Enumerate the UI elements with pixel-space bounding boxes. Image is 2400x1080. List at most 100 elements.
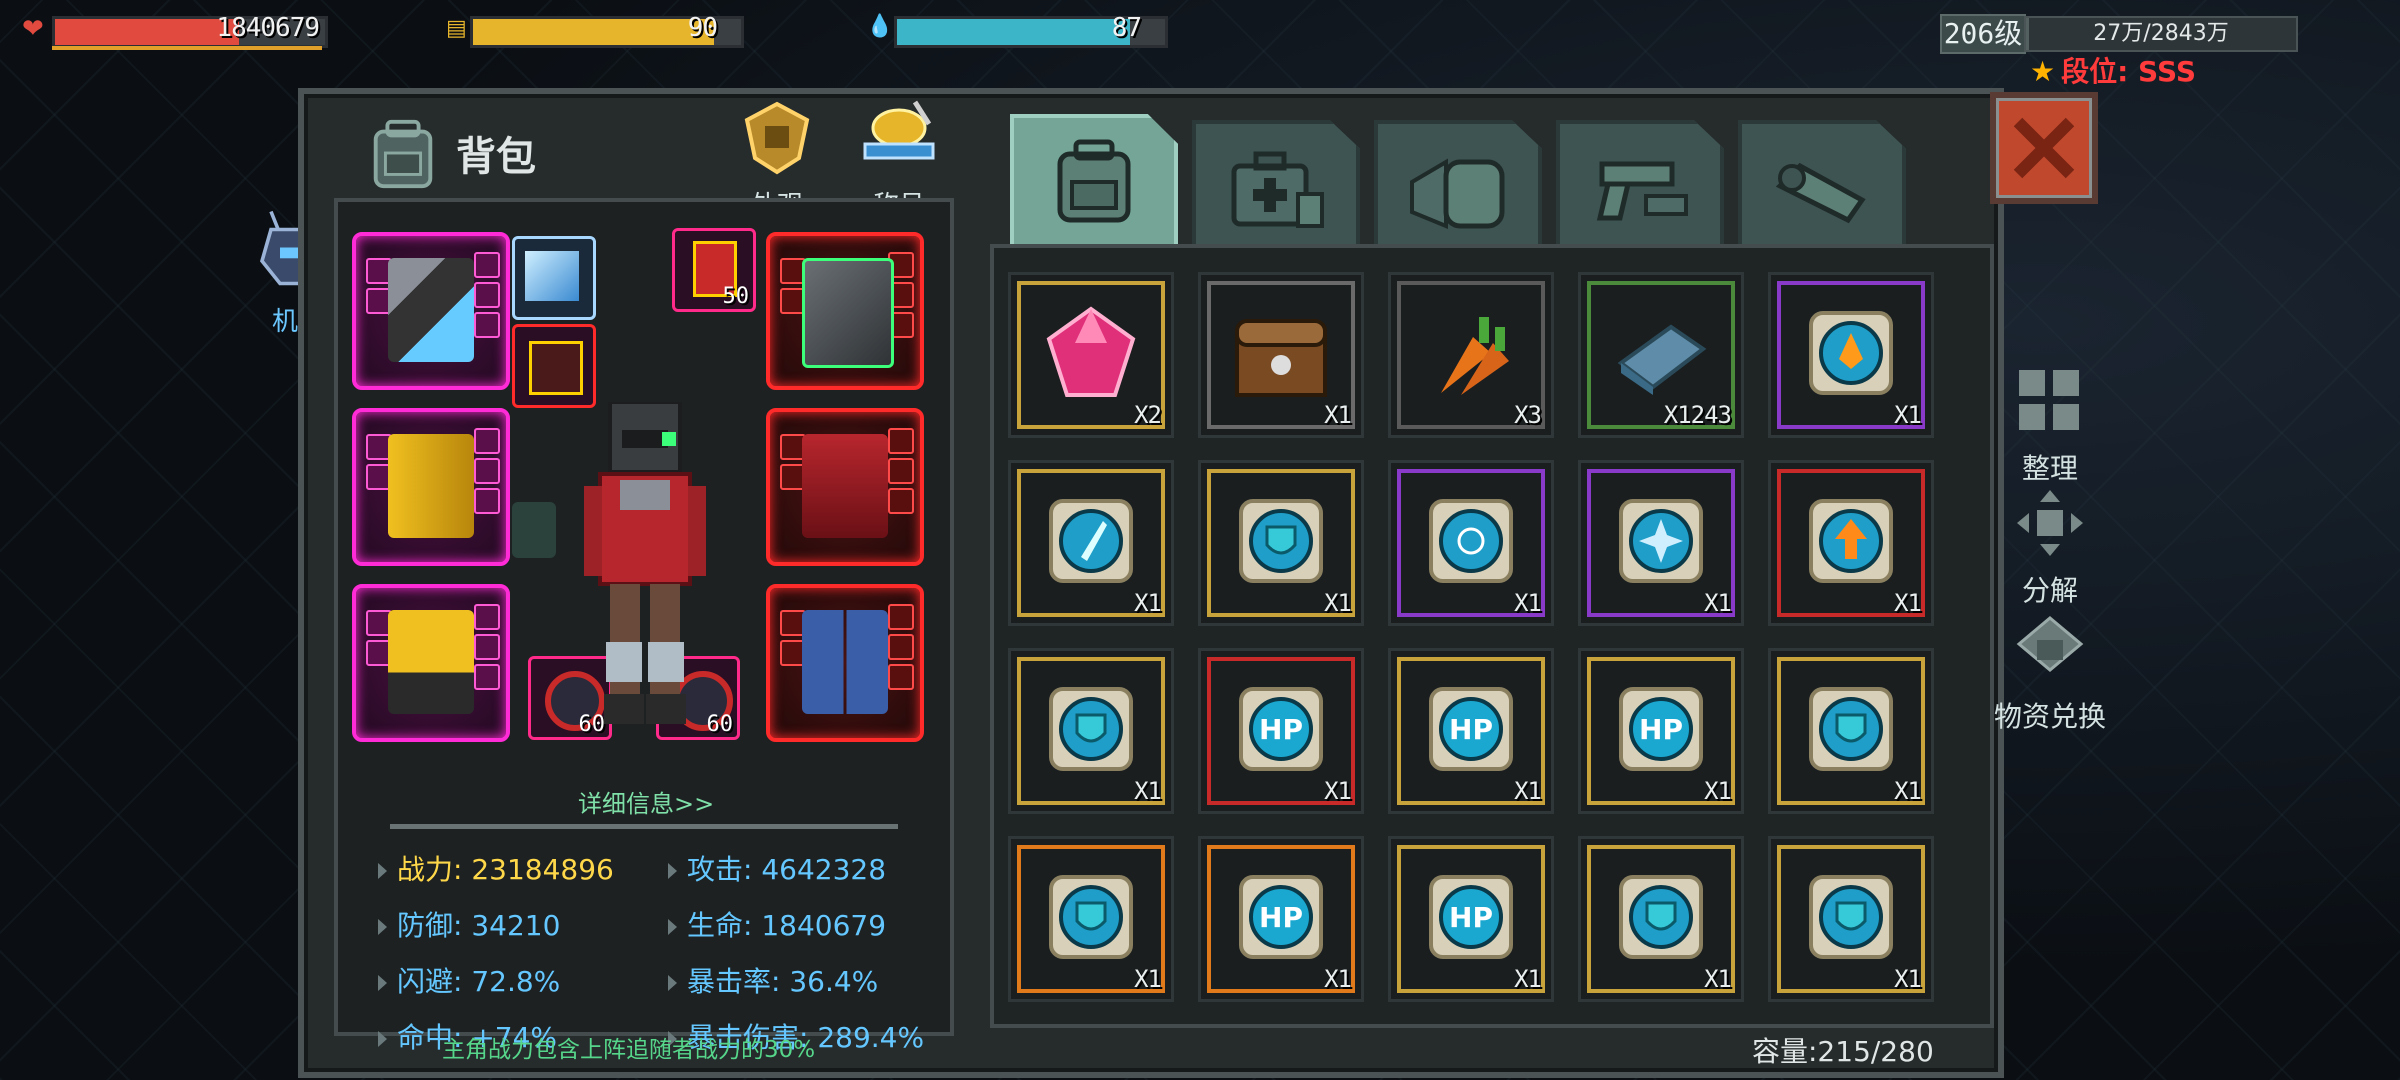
hp-chip-icon: HP — [1231, 679, 1331, 779]
rank-label: ★ 段位: SSS — [2030, 50, 2196, 90]
decompose-button[interactable]: 分解 — [2000, 488, 2100, 609]
inventory-slot[interactable]: HP X1 — [1198, 836, 1364, 1002]
item-quantity: X1 — [1894, 965, 1922, 993]
inventory-slot[interactable]: X1 — [1198, 460, 1364, 626]
slot-level: 50 — [722, 284, 750, 309]
food-value: 90 — [687, 13, 718, 43]
sort-button[interactable]: 整理 — [2000, 366, 2100, 487]
lantern-slot[interactable]: 50 — [672, 228, 756, 312]
gun-icon — [1596, 161, 1688, 221]
gold-armor-icon — [388, 434, 474, 538]
inventory-slot[interactable]: X1 — [1008, 460, 1174, 626]
tab-tools[interactable] — [1738, 120, 1906, 250]
inventory-slot[interactable]: X1 — [1578, 460, 1744, 626]
scope-slot[interactable] — [512, 236, 596, 320]
inventory-slot[interactable]: X1 — [1578, 836, 1744, 1002]
bread-icon — [1410, 158, 1505, 229]
inventory-slot[interactable]: HP X1 — [1388, 648, 1554, 814]
gem-socket — [474, 428, 500, 454]
inventory-slot[interactable]: X1 — [1768, 460, 1934, 626]
gem-socket — [474, 282, 500, 308]
boots-slot[interactable] — [352, 584, 510, 742]
tab-medical[interactable] — [1192, 120, 1360, 250]
tab-backpack[interactable] — [1010, 114, 1178, 250]
star-icon: ★ — [2030, 55, 2056, 88]
inventory-slot[interactable]: X2 — [1008, 272, 1174, 438]
equipment-area: 50 60 60 详细信息>> 战力: 23184896 攻击: 4642328… — [334, 198, 954, 1054]
item-quantity: X1 — [1894, 589, 1922, 617]
character-avatar — [584, 402, 706, 724]
hp-icon: ❤ — [22, 14, 44, 44]
inventory-slot[interactable]: X1 — [1008, 648, 1174, 814]
close-button[interactable] — [1990, 92, 2098, 204]
inventory-slot[interactable]: HP X1 — [1388, 836, 1554, 1002]
inventory-slot[interactable]: X3 — [1388, 272, 1554, 438]
gem-socket — [474, 604, 500, 630]
item-quantity: X1 — [1134, 965, 1162, 993]
svg-text:HP: HP — [1259, 901, 1303, 934]
inventory-slot[interactable]: X1 — [1388, 460, 1554, 626]
wrench-icon — [1775, 162, 1866, 224]
gem-socket — [888, 664, 914, 690]
item-quantity: X1 — [1324, 965, 1352, 993]
item-quantity: X1 — [1894, 777, 1922, 805]
inventory-slot[interactable]: X1 — [1768, 272, 1934, 438]
item-quantity: X1 — [1134, 589, 1162, 617]
hp-chip-icon: HP — [1421, 867, 1521, 967]
inventory-slot[interactable]: X1 — [1768, 648, 1934, 814]
helmet-icon — [802, 258, 894, 368]
exchange-button[interactable]: 物资兑换 — [1990, 614, 2110, 735]
hp-chip-icon: HP — [1611, 679, 1711, 779]
tab-weapons[interactable] — [1556, 120, 1724, 250]
item-quantity: X1243 — [1663, 401, 1732, 429]
helmet-slot[interactable] — [766, 232, 924, 390]
gem-socket — [888, 604, 914, 630]
tab-food[interactable] — [1374, 120, 1542, 250]
burst-chip-icon — [1611, 491, 1711, 591]
inventory-slot[interactable]: HP X1 — [1578, 648, 1744, 814]
player-level: 206级 — [1940, 14, 2026, 54]
sort-label: 整理 — [2021, 452, 2078, 485]
weapon-slot[interactable] — [352, 232, 510, 390]
stat-dodge: 闪避: 72.8% — [378, 960, 560, 1000]
title-badge-icon — [863, 100, 935, 160]
sort-icon — [2019, 370, 2079, 430]
hp-chip-icon: HP — [1421, 679, 1521, 779]
item-quantity: X1 — [1894, 401, 1922, 429]
fire-chip-icon — [1801, 303, 1901, 403]
armor-slot[interactable] — [352, 408, 510, 566]
inventory-slot[interactable]: X1 — [1008, 836, 1174, 1002]
exp-text: 27万/2843万 — [2093, 21, 2229, 46]
medkit-icon — [1231, 151, 1324, 228]
water-value: 87 — [1111, 13, 1142, 43]
detail-info-link[interactable]: 详细信息>> — [578, 784, 714, 819]
pants-slot[interactable] — [766, 584, 924, 742]
jacket-slot[interactable] — [766, 408, 924, 566]
target-chip-icon — [1421, 491, 1521, 591]
exchange-icon — [2016, 616, 2084, 672]
scope-icon — [525, 251, 579, 301]
shield-chip-icon — [1801, 679, 1901, 779]
carrot-icon — [1421, 303, 1521, 403]
hp-underline — [52, 46, 322, 50]
inventory-slot[interactable]: X1 — [1198, 272, 1364, 438]
pants-icon — [802, 610, 888, 714]
jacket-icon — [802, 434, 888, 538]
inventory-slot[interactable]: X1243 — [1578, 272, 1744, 438]
shield-chip-icon — [1801, 867, 1901, 967]
stat-life: 生命: 1840679 — [668, 904, 886, 944]
stat-power: 战力: 23184896 — [378, 848, 614, 888]
shield-chip-icon — [1041, 867, 1141, 967]
gem-socket — [888, 634, 914, 660]
rank-text: 段位: SSS — [2061, 55, 2197, 88]
inventory-slot[interactable]: X1 — [1768, 836, 1934, 1002]
item-quantity: X1 — [1704, 965, 1732, 993]
exp-bar: 27万/2843万 — [2024, 16, 2298, 52]
rifle-icon — [388, 258, 474, 362]
module-slot[interactable] — [512, 324, 596, 408]
close-icon — [2013, 117, 2075, 179]
svg-text:HP: HP — [1449, 713, 1493, 746]
stat-crit-rate: 暴击率: 36.4% — [668, 960, 878, 1000]
item-quantity: X1 — [1514, 965, 1542, 993]
inventory-slot[interactable]: HP X1 — [1198, 648, 1364, 814]
